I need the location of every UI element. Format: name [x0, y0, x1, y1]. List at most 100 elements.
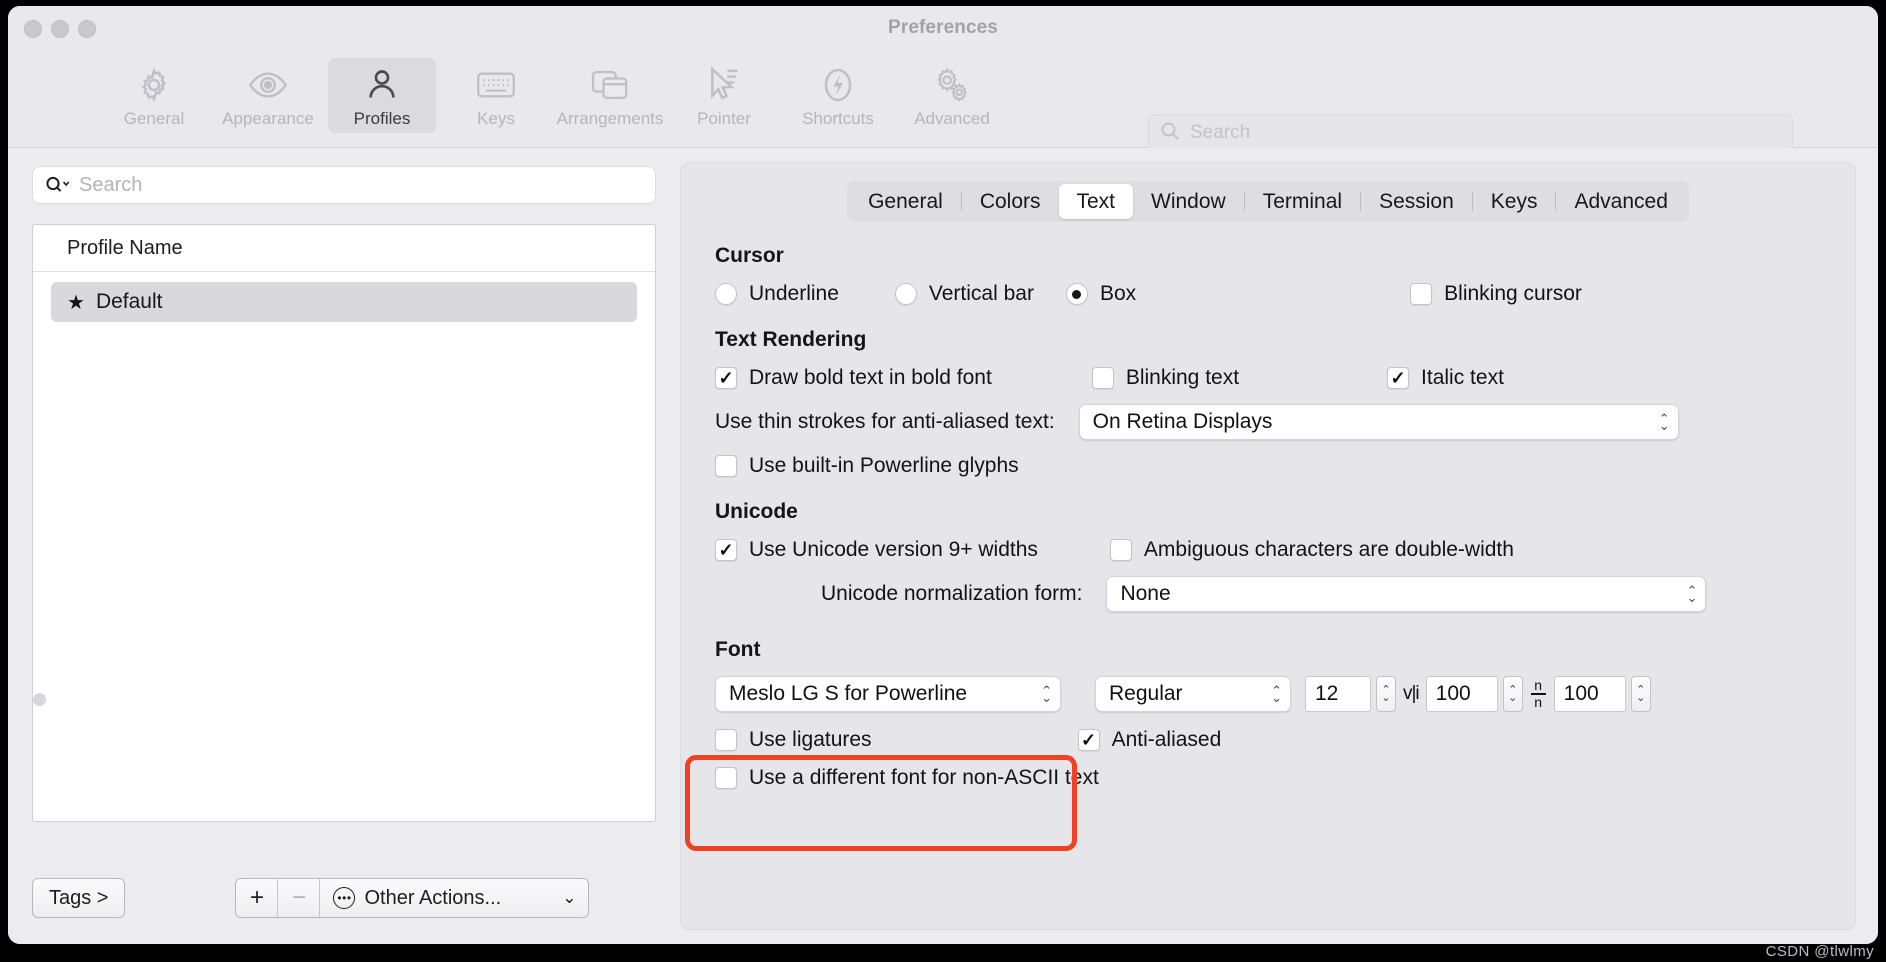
- split-resize-handle[interactable]: [33, 693, 46, 706]
- window-title: Preferences: [888, 17, 998, 38]
- checkbox-unicode-9[interactable]: ✓: [715, 539, 737, 561]
- toolbar-item-general[interactable]: General: [100, 58, 208, 133]
- cursor-arrow-icon: [702, 64, 746, 106]
- table-row[interactable]: ★ Default: [51, 282, 637, 322]
- vertical-spacing-icon: n n: [1530, 678, 1546, 709]
- checkbox-use-ligatures[interactable]: [715, 729, 737, 751]
- tab-session[interactable]: Session: [1361, 184, 1472, 219]
- radio-box-label: Box: [1099, 282, 1137, 305]
- font-weight-value: Regular: [1109, 682, 1183, 705]
- non-ascii-row: Use a different font for non-ASCII text: [707, 766, 1829, 790]
- checkbox-blinking-cursor[interactable]: [1410, 283, 1433, 305]
- toolbar-search-field[interactable]: Search: [1148, 114, 1793, 152]
- tab-terminal[interactable]: Terminal: [1245, 184, 1360, 219]
- powerline-row: Use built-in Powerline glyphs: [707, 454, 1829, 478]
- toolbar-item-arrangements[interactable]: Arrangements: [556, 58, 664, 133]
- toolbar-item-label: Advanced: [914, 109, 990, 128]
- checkbox-blinking-cursor-label: Blinking cursor: [1444, 282, 1582, 305]
- toolbar-item-shortcuts[interactable]: Shortcuts: [784, 58, 892, 133]
- horizontal-spacing-input[interactable]: 100: [1425, 676, 1498, 712]
- toolbar-item-label: Pointer: [697, 109, 751, 128]
- chevron-updown-icon: ⌃ ⌄: [1041, 683, 1052, 705]
- tab-general[interactable]: General: [850, 184, 961, 219]
- checkbox-draw-bold[interactable]: ✓: [715, 367, 737, 389]
- gear-icon: [132, 64, 176, 106]
- radio-underline-label: Underline: [749, 282, 839, 305]
- font-weight-select[interactable]: Regular ⌃ ⌄: [1095, 676, 1291, 712]
- horizontal-spacing-icon: v|i: [1403, 683, 1420, 704]
- checkbox-anti-aliased[interactable]: ✓: [1077, 729, 1100, 751]
- tags-button[interactable]: Tags >: [32, 878, 126, 918]
- toolbar-item-label: Keys: [477, 109, 515, 128]
- font-size-input[interactable]: 12: [1305, 676, 1371, 712]
- font-size-stepper[interactable]: ⌃ ⌄: [1376, 676, 1396, 712]
- tab-keys[interactable]: Keys: [1473, 184, 1556, 219]
- keyboard-icon: [474, 64, 518, 106]
- section-title-unicode: Unicode: [715, 500, 798, 523]
- checkbox-non-ascii-font-label: Use a different font for non-ASCII text: [749, 766, 1099, 789]
- checkbox-blinking-text[interactable]: [1091, 367, 1114, 389]
- search-dropdown-icon[interactable]: [43, 174, 73, 196]
- add-profile-button[interactable]: +: [236, 879, 279, 917]
- radio-vertical-bar-label: Vertical bar: [928, 282, 1034, 305]
- toolbar-item-profiles[interactable]: Profiles: [328, 58, 436, 133]
- checkbox-powerline-glyphs[interactable]: [715, 455, 737, 477]
- profiles-table-rows: ★ Default: [33, 272, 655, 322]
- unicode-normalization-row: Unicode normalization form: None ⌃ ⌄: [707, 576, 1829, 612]
- window-titlebar: Preferences: [8, 6, 1878, 52]
- person-icon: [360, 64, 404, 106]
- unicode-checkbox-row: ✓ Use Unicode version 9+ widths Ambiguou…: [707, 538, 1829, 562]
- toolbar-item-advanced[interactable]: Advanced: [898, 58, 1006, 133]
- search-icon: [1159, 120, 1181, 147]
- radio-vertical-bar[interactable]: [894, 283, 917, 305]
- profile-search-placeholder: Search: [79, 173, 143, 196]
- checkbox-italic-text-label: Italic text: [1421, 366, 1504, 389]
- toolbar-item-keys[interactable]: Keys: [442, 58, 550, 133]
- radio-box[interactable]: [1065, 283, 1088, 305]
- profiles-sidebar: Search Profile Name ★ Default Tags > + −…: [8, 148, 680, 944]
- chevron-updown-icon: ⌃ ⌄: [1686, 583, 1698, 605]
- checkbox-unicode-9-label: Use Unicode version 9+ widths: [749, 538, 1038, 561]
- tab-colors[interactable]: Colors: [962, 184, 1059, 219]
- toolbar-item-pointer[interactable]: Pointer: [670, 58, 778, 133]
- checkbox-italic-text[interactable]: ✓: [1387, 367, 1410, 389]
- toolbar-item-label: Profiles: [353, 109, 411, 128]
- chevron-updown-icon: ⌃ ⌄: [1271, 683, 1282, 705]
- bolt-icon: [816, 64, 860, 106]
- checkbox-non-ascii-font[interactable]: [715, 767, 737, 789]
- checkbox-ambiguous-double-width[interactable]: [1109, 539, 1132, 561]
- text-rendering-checkbox-row: ✓ Draw bold text in bold font Blinking t…: [707, 366, 1829, 390]
- profile-tabbar: General Colors Text Window Terminal Sess…: [847, 181, 1689, 222]
- radio-underline[interactable]: [715, 283, 737, 305]
- toolbar-item-appearance[interactable]: Appearance: [214, 58, 322, 133]
- profile-settings-pane: General Colors Text Window Terminal Sess…: [680, 162, 1856, 930]
- checkbox-draw-bold-label: Draw bold text in bold font: [749, 366, 992, 389]
- profile-search-input[interactable]: Search: [32, 166, 656, 204]
- checkbox-ambiguous-double-width-label: Ambiguous characters are double-width: [1143, 538, 1514, 561]
- watermark: CSDN @tlwlmy: [1765, 943, 1874, 960]
- other-actions-menu[interactable]: ••• Other Actions... ⌄: [320, 879, 588, 917]
- unicode-normalization-label: Unicode normalization form:: [821, 582, 1083, 605]
- tab-advanced[interactable]: Advanced: [1556, 184, 1685, 219]
- unicode-normalization-select[interactable]: None ⌃ ⌄: [1106, 576, 1707, 612]
- profiles-table: Profile Name ★ Default: [32, 224, 656, 822]
- thin-strokes-select[interactable]: On Retina Displays ⌃ ⌄: [1078, 404, 1679, 440]
- tab-window[interactable]: Window: [1133, 184, 1244, 219]
- font-family-select[interactable]: Meslo LG S for Powerline ⌃ ⌄: [715, 676, 1061, 712]
- toolbar-item-label: Arrangements: [556, 109, 664, 128]
- other-actions-label: Other Actions...: [364, 886, 502, 909]
- profiles-table-header[interactable]: Profile Name: [33, 225, 655, 272]
- unicode-normalization-value: None: [1120, 582, 1171, 605]
- thin-strokes-row: Use thin strokes for anti-aliased text: …: [707, 404, 1829, 440]
- vertical-spacing-input[interactable]: 100: [1553, 676, 1626, 712]
- screenshot-root: Preferences General Appearance Profiles …: [0, 0, 1886, 962]
- tab-text[interactable]: Text: [1058, 184, 1134, 219]
- remove-profile-button[interactable]: −: [278, 879, 321, 917]
- horizontal-spacing-stepper[interactable]: ⌃ ⌄: [1502, 676, 1523, 712]
- cursor-options-row: Underline Vertical bar Box Blinking curs…: [707, 282, 1829, 306]
- vertical-spacing-stepper[interactable]: ⌃ ⌄: [1630, 676, 1651, 712]
- window-body: Search Profile Name ★ Default Tags > + −…: [8, 148, 1878, 944]
- preferences-toolbar: General Appearance Profiles Keys Arrange…: [8, 52, 1878, 176]
- ellipsis-circle-icon: •••: [333, 887, 356, 909]
- section-title-font: Font: [715, 638, 761, 661]
